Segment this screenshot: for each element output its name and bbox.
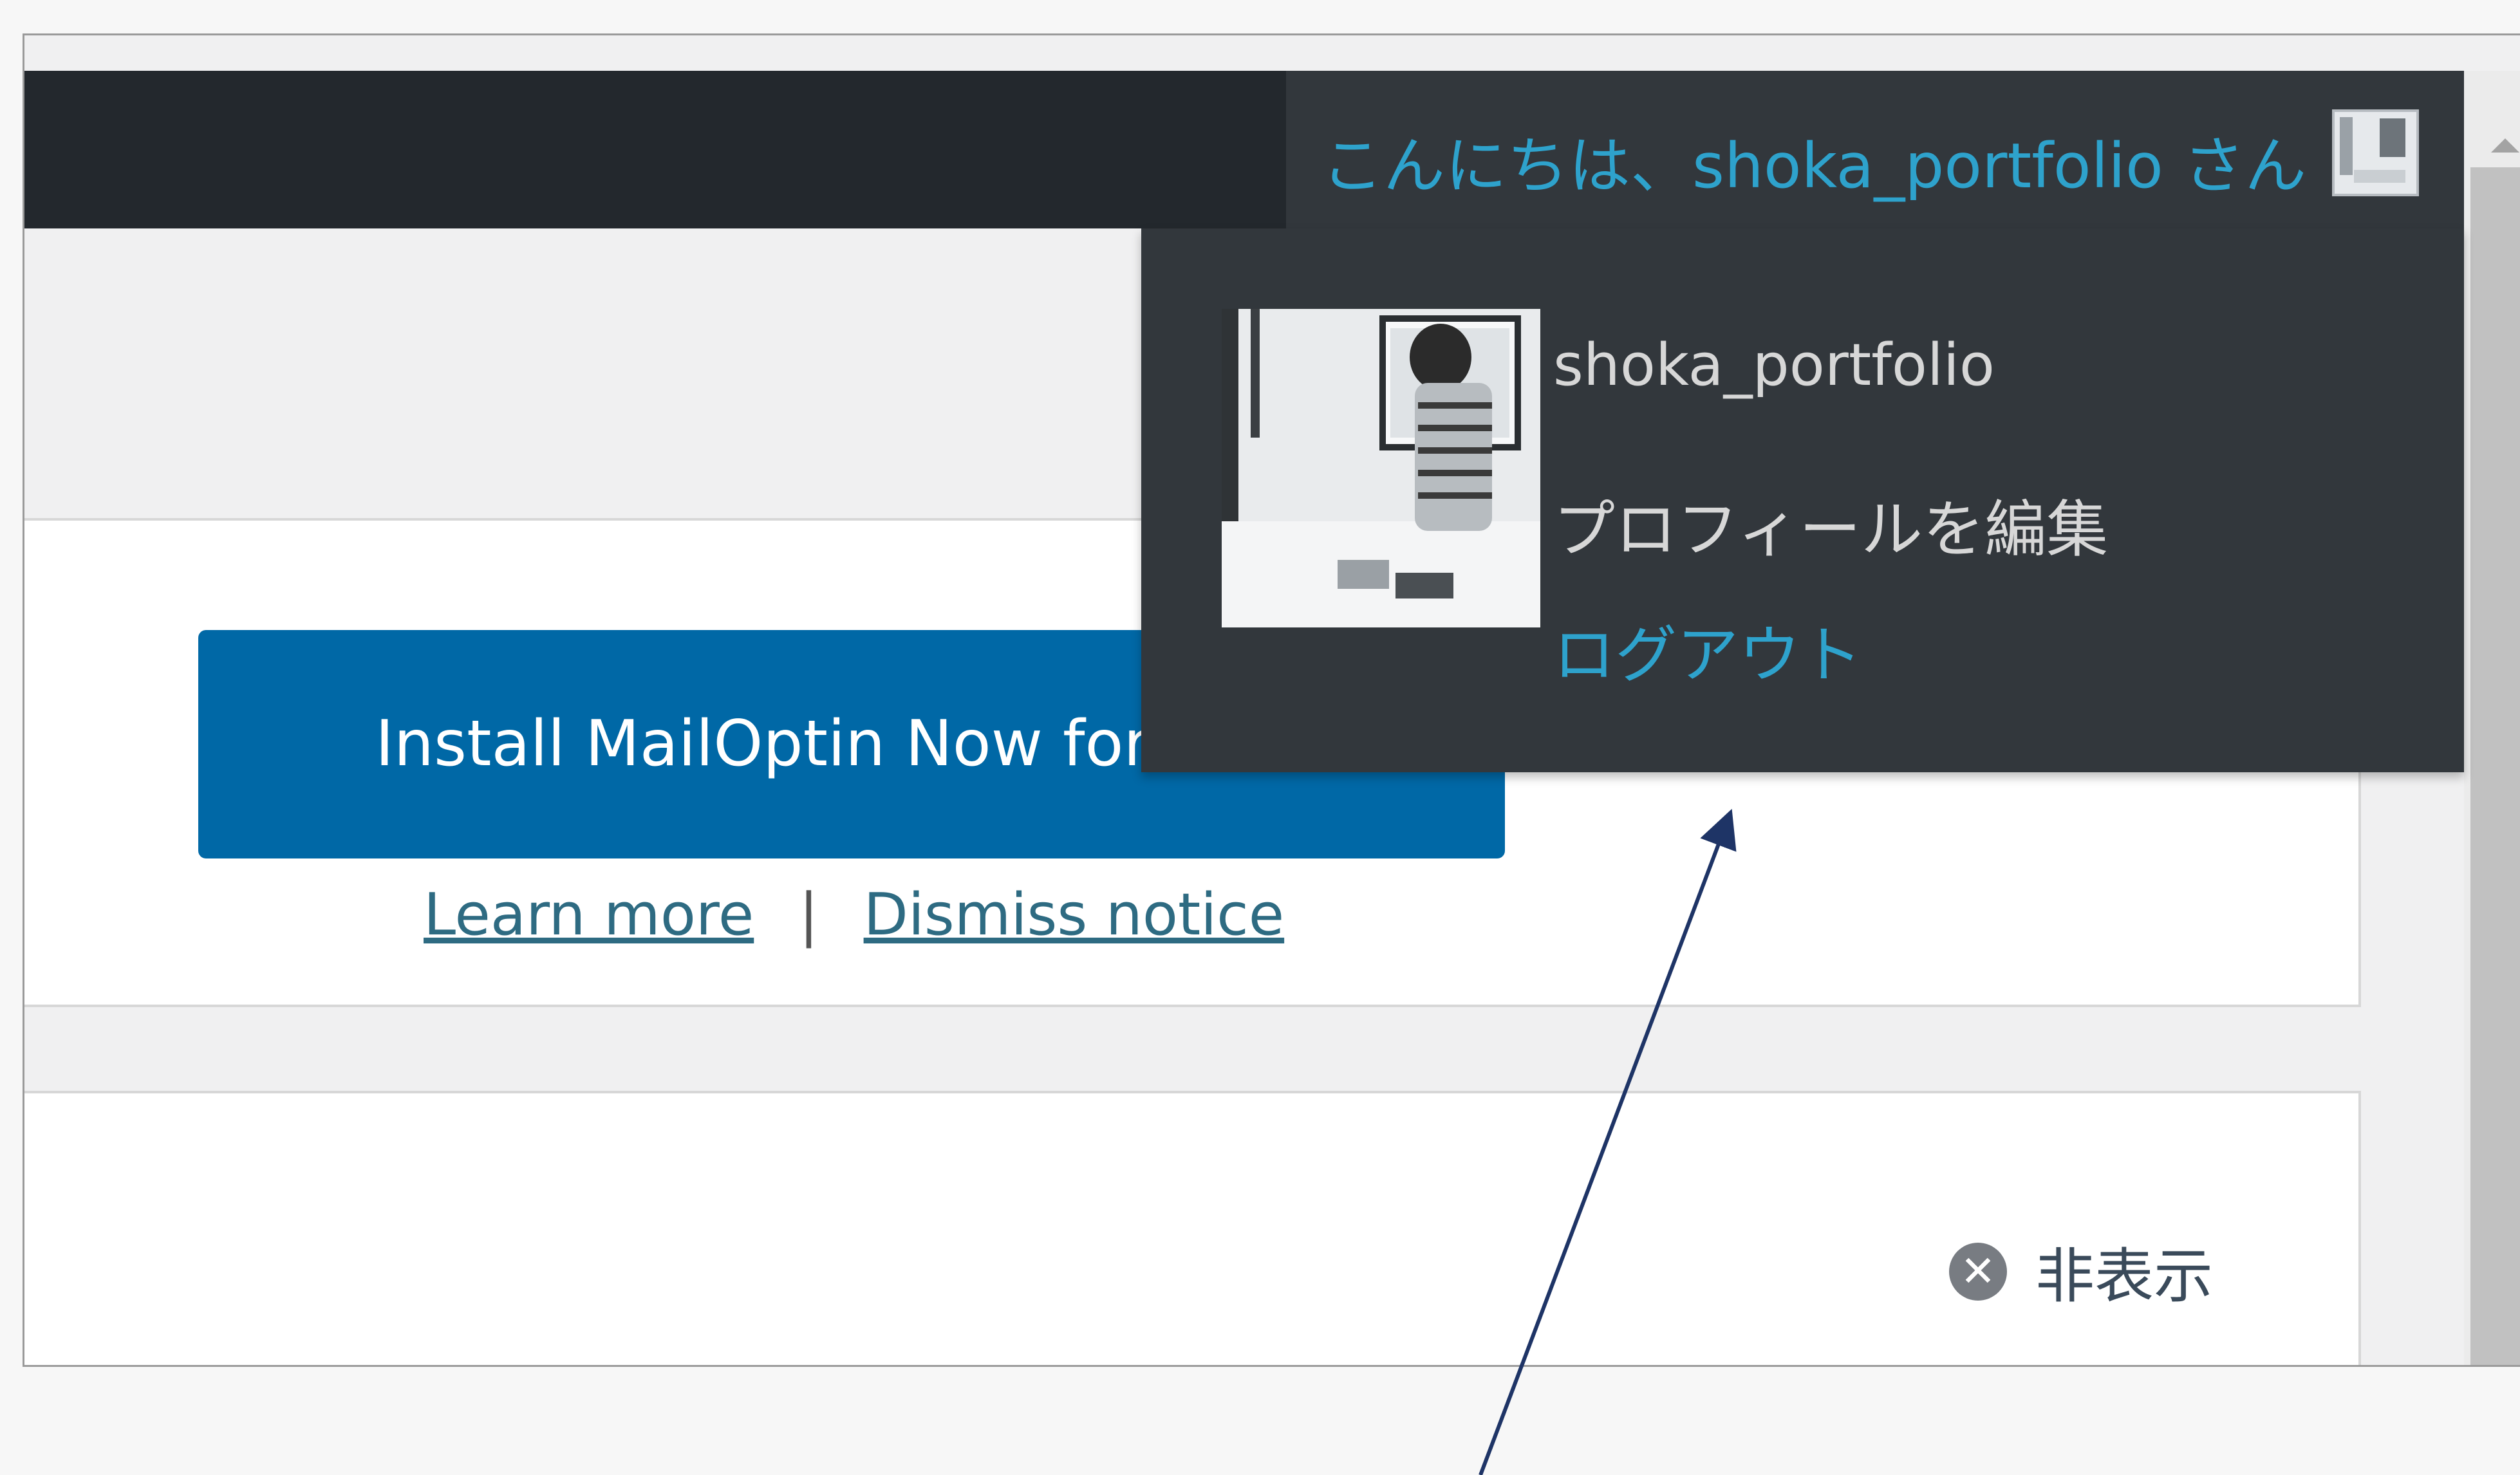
learn-more-link[interactable]: Learn more bbox=[424, 881, 754, 949]
avatar-small[interactable] bbox=[2332, 109, 2419, 196]
scrollbar-thumb[interactable] bbox=[2470, 167, 2520, 1365]
avatar-large[interactable] bbox=[1222, 309, 1540, 627]
admin-bar bbox=[24, 71, 1286, 228]
dismiss-panel-button[interactable]: ✕ 非表示 bbox=[1949, 1229, 2213, 1314]
user-dropdown: shoka_portfolio プロフィールを編集 ログアウト bbox=[1141, 228, 2464, 772]
scroll-up-arrow-icon[interactable] bbox=[2491, 138, 2519, 153]
dashboard-panel: ✕ 非表示 bbox=[24, 1091, 2361, 1365]
greeting-text[interactable]: こんにちは、shoka_portfolio さん bbox=[1321, 116, 2306, 205]
dismiss-notice-link[interactable]: Dismiss notice bbox=[864, 881, 1285, 949]
close-circle-icon: ✕ bbox=[1949, 1242, 2007, 1301]
edit-profile-link[interactable]: プロフィールを編集 bbox=[1553, 479, 2108, 569]
logout-link[interactable]: ログアウト bbox=[1553, 605, 1862, 694]
dismiss-label: 非表示 bbox=[2035, 1242, 2214, 1311]
notice-links: Learn more | Dismiss notice bbox=[424, 881, 1284, 949]
browser-frame: Install MailOptin Now for Free Learn mor… bbox=[23, 33, 2520, 1367]
menu-username[interactable]: shoka_portfolio bbox=[1553, 331, 1995, 399]
link-separator: | bbox=[799, 881, 819, 949]
